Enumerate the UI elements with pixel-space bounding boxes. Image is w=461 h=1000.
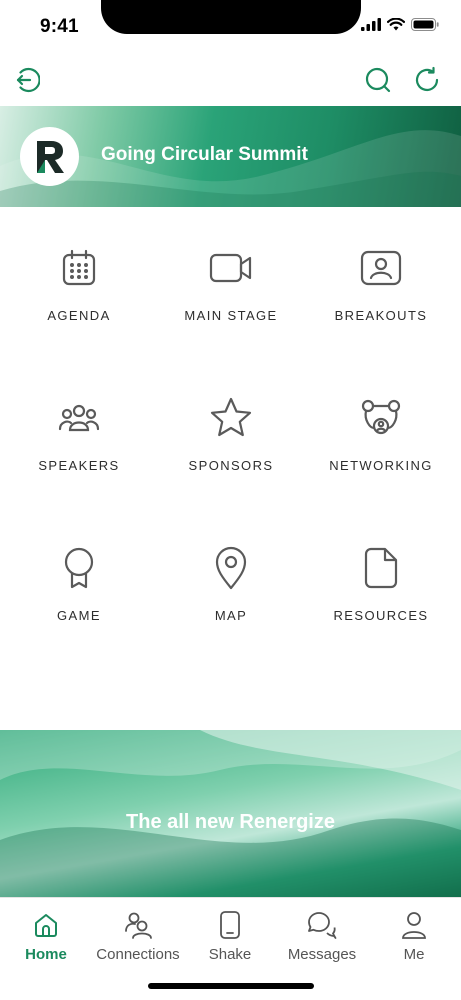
menu-item-map[interactable]: MAP	[156, 546, 306, 656]
home-indicator	[148, 983, 314, 989]
renergize-logo-icon	[36, 140, 64, 173]
battery-icon	[411, 18, 439, 31]
menu-label: AGENDA	[47, 308, 111, 323]
breakout-room-icon	[360, 250, 402, 286]
tab-connections[interactable]: Connections	[92, 910, 184, 963]
menu-item-breakouts[interactable]: BREAKOUTS	[306, 246, 456, 356]
promo-text: The all new Renergize	[126, 811, 335, 833]
wifi-icon	[387, 18, 405, 31]
status-icons	[361, 18, 439, 31]
menu-label: RESOURCES	[333, 608, 429, 623]
menu-item-agenda[interactable]: AGENDA	[4, 246, 154, 356]
search-icon	[365, 67, 391, 93]
menu-label: NETWORKING	[329, 458, 433, 473]
tab-label: Shake	[208, 946, 252, 963]
tab-home[interactable]: Home	[0, 910, 92, 963]
status-time: 9:41	[40, 16, 79, 37]
tab-shake[interactable]: Shake	[184, 910, 276, 963]
top-nav	[0, 60, 461, 100]
messages-icon	[308, 912, 337, 939]
cellular-signal-icon	[361, 18, 381, 31]
menu-item-resources[interactable]: RESOURCES	[306, 546, 456, 656]
tab-label: Me	[403, 946, 425, 963]
event-banner[interactable]: Going Circular Summit	[0, 106, 461, 207]
network-icon	[361, 399, 401, 435]
logout-icon	[16, 67, 40, 93]
menu-label: BREAKOUTS	[334, 308, 428, 323]
tab-me[interactable]: Me	[368, 910, 460, 963]
phone-shake-icon	[220, 911, 240, 939]
menu-label: SPONSORS	[188, 458, 274, 473]
device-notch	[101, 0, 361, 34]
menu-label: MAIN STAGE	[184, 308, 278, 323]
menu-item-sponsors[interactable]: SPONSORS	[156, 396, 306, 506]
logout-button[interactable]	[10, 64, 42, 96]
menu-item-game[interactable]: GAME	[4, 546, 154, 656]
tab-label: Connections	[96, 946, 180, 963]
status-bar: 9:41	[0, 0, 461, 52]
document-icon	[364, 547, 398, 589]
event-title: Going Circular Summit	[101, 144, 308, 165]
star-icon	[210, 397, 252, 437]
menu-item-main-stage[interactable]: MAIN STAGE	[156, 246, 306, 356]
tab-messages[interactable]: Messages	[276, 910, 368, 963]
home-icon	[35, 914, 57, 937]
calendar-icon	[62, 249, 96, 286]
menu-label: SPEAKERS	[38, 458, 120, 473]
event-logo	[20, 127, 79, 186]
menu-label: MAP	[214, 608, 248, 623]
refresh-icon	[415, 66, 439, 92]
tab-label: Messages	[287, 946, 357, 963]
menu-item-speakers[interactable]: SPEAKERS	[4, 396, 154, 506]
connections-icon	[125, 912, 152, 939]
menu-label: GAME	[57, 608, 101, 623]
map-pin-icon	[215, 546, 247, 590]
refresh-button[interactable]	[411, 64, 443, 96]
profile-icon	[402, 912, 426, 939]
promo-banner[interactable]: The all new Renergize	[0, 730, 461, 897]
speakers-group-icon	[58, 404, 100, 432]
video-icon	[209, 253, 252, 283]
award-ribbon-icon	[64, 547, 94, 589]
search-button[interactable]	[362, 64, 394, 96]
menu-item-networking[interactable]: NETWORKING	[306, 396, 456, 506]
tab-label: Home	[25, 946, 67, 963]
